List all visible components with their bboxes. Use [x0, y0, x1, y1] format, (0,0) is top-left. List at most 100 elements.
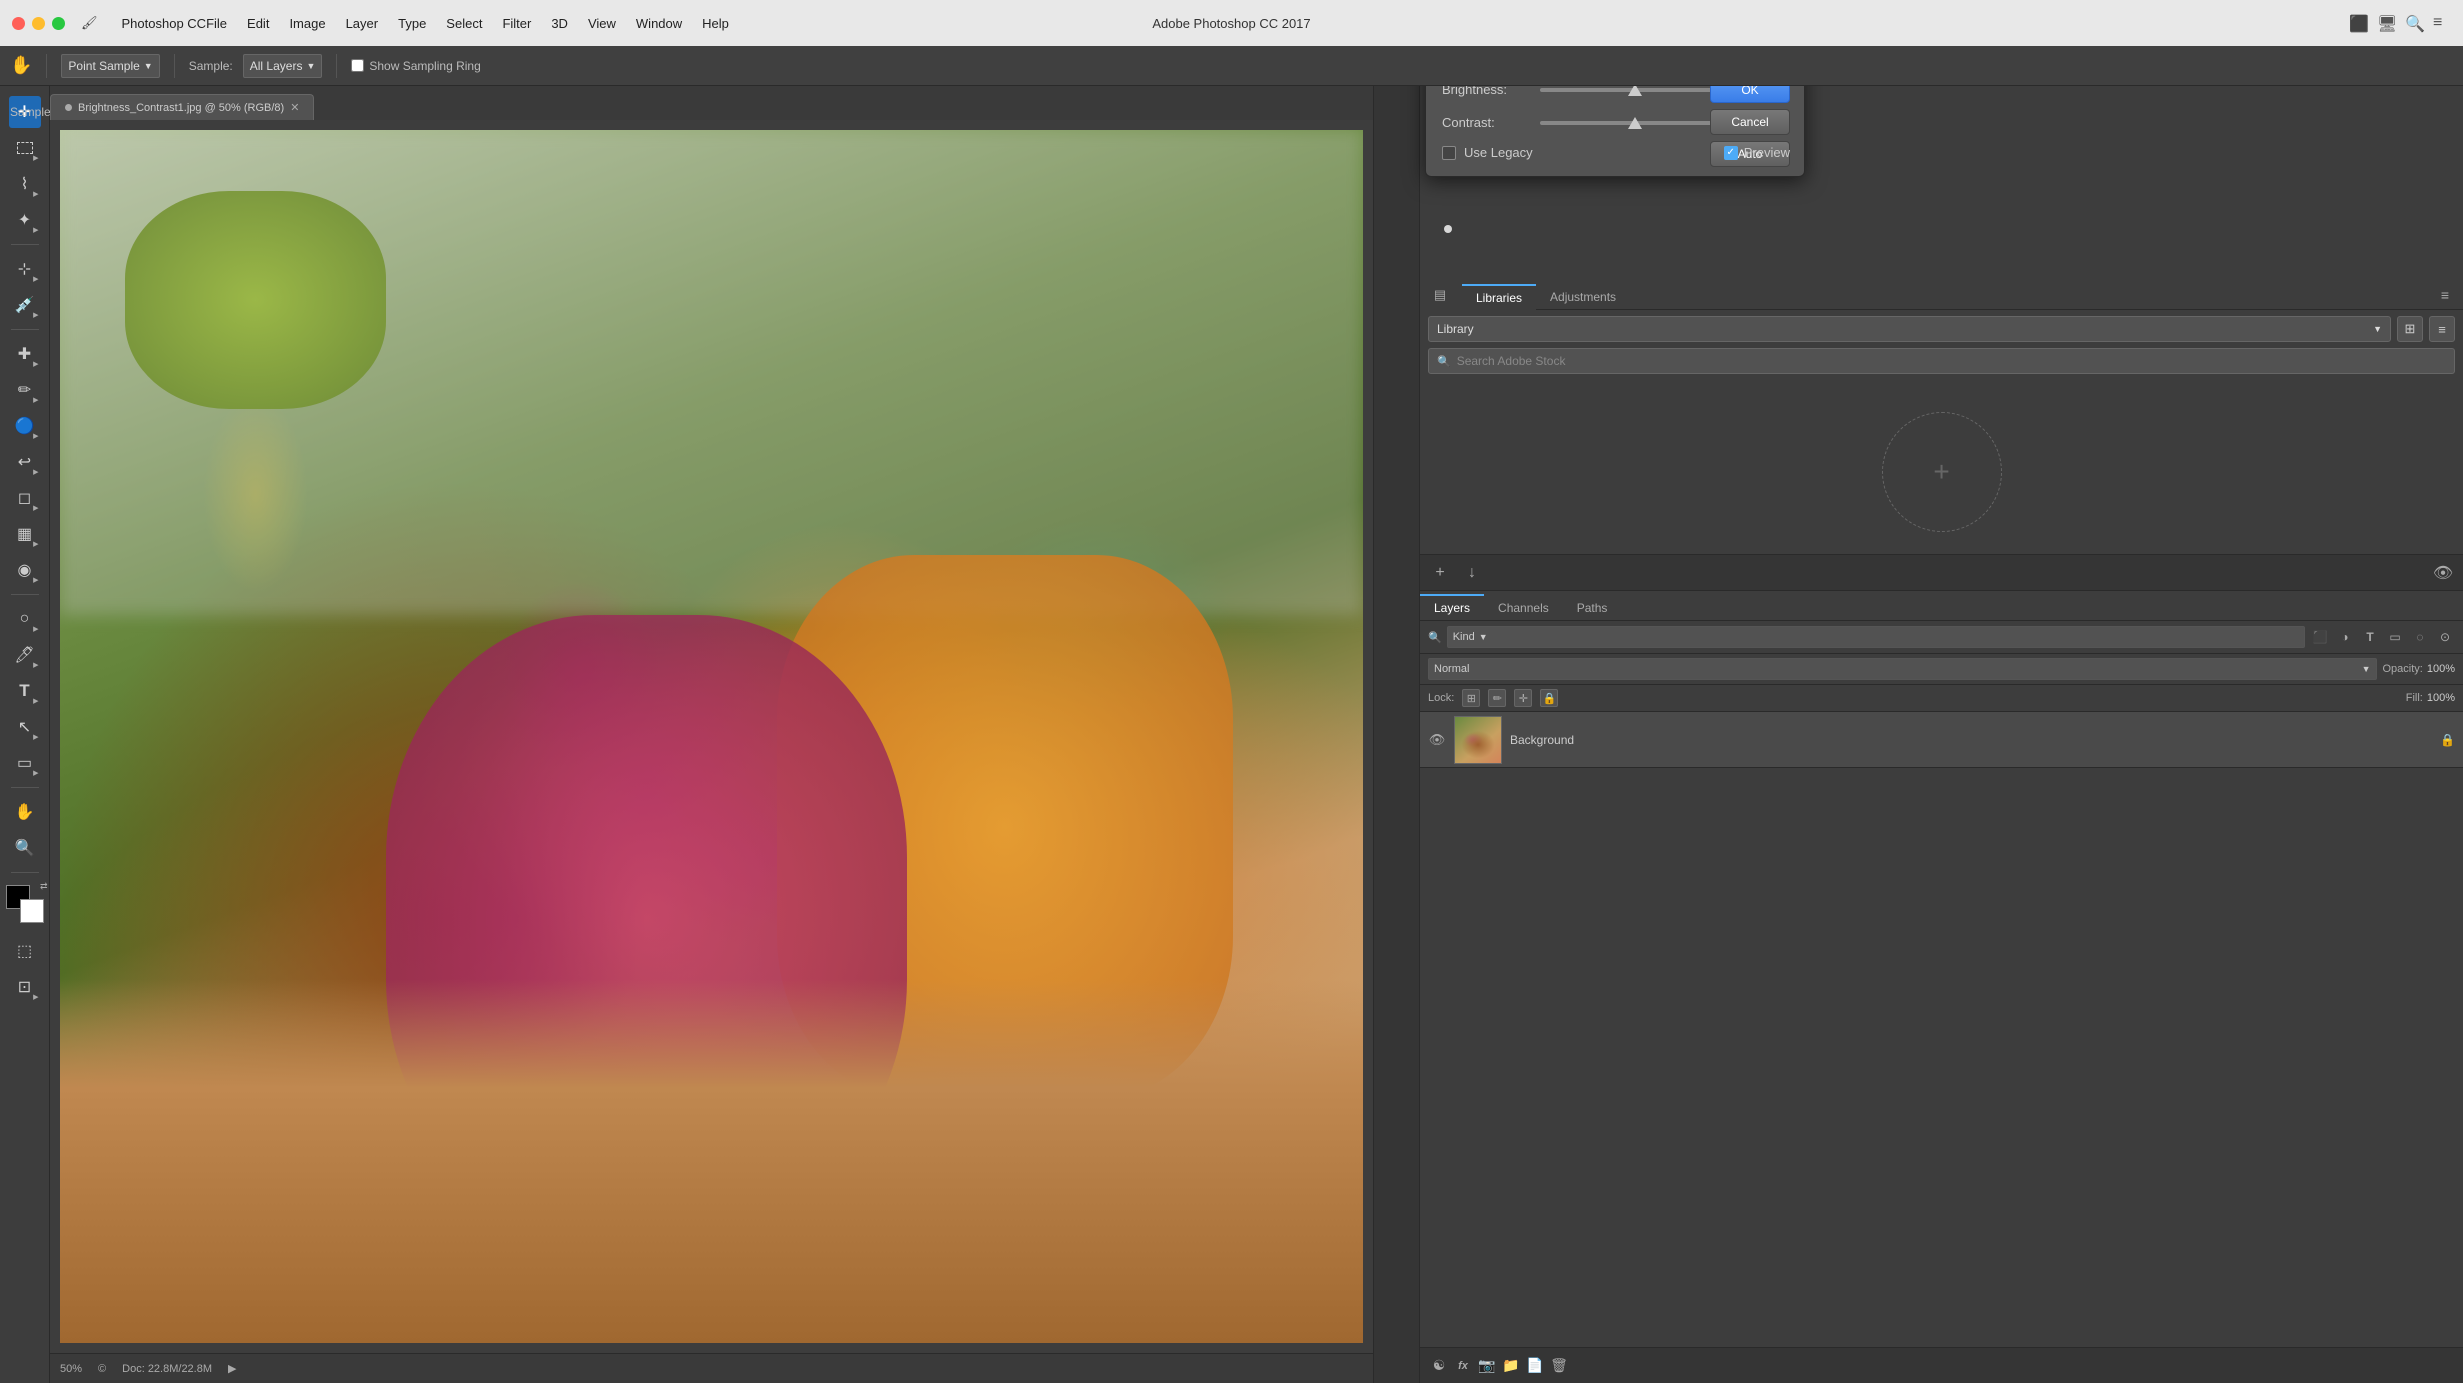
filter-kind-dropdown[interactable]: Kind ▼ — [1447, 626, 2305, 648]
lock-position-button[interactable]: ✛ — [1514, 689, 1532, 707]
canvas-image[interactable] — [60, 130, 1363, 1343]
background-color-swatch[interactable] — [20, 899, 44, 923]
type-filter-button[interactable]: T — [2360, 627, 2380, 647]
shape-tool-button[interactable]: ▭ ▶ — [9, 747, 41, 779]
menu-3d[interactable]: 3D — [551, 16, 568, 31]
lock-transparent-pixels-button[interactable]: ⊞ — [1462, 689, 1480, 707]
tab-paths-label: Paths — [1577, 601, 1608, 615]
sample-dropdown[interactable]: All Layers ▼ — [243, 54, 323, 78]
clone-stamp-tool-button[interactable]: 🔵 ▶ — [9, 410, 41, 442]
eye-icon-button[interactable]: 👁 — [2431, 561, 2455, 585]
opacity-row: Opacity: 100% — [2383, 663, 2456, 675]
marquee-tool-button[interactable]: ▶ — [9, 132, 41, 164]
lock-image-pixels-button[interactable]: ✏ — [1488, 689, 1506, 707]
menu-select[interactable]: Select — [446, 16, 482, 31]
canvas-checkerboard — [50, 120, 1373, 1353]
brush-tool-button[interactable]: ✏ ▶ — [9, 374, 41, 406]
blend-mode-dropdown[interactable]: Normal ▼ — [1428, 658, 2377, 680]
tab-channels[interactable]: Channels — [1484, 596, 1563, 620]
doc-size-display: Doc: 22.8M/22.8M — [122, 1363, 212, 1375]
tab-libraries[interactable]: Libraries — [1462, 284, 1536, 310]
menu-image[interactable]: Image — [289, 16, 325, 31]
menu-window[interactable]: Window — [636, 16, 682, 31]
mask-button[interactable]: 📷 — [1476, 1355, 1498, 1377]
fill-value[interactable]: 100% — [2427, 692, 2455, 704]
type-tool-button[interactable]: T ▶ — [9, 675, 41, 707]
brightness-slider[interactable] — [1540, 88, 1730, 92]
app-icon: 🖌 — [81, 15, 98, 31]
screen-record-icon[interactable]: ⬛ — [2349, 14, 2367, 32]
search-adobe-stock-input[interactable]: 🔍 Search Adobe Stock — [1428, 348, 2455, 374]
layer-visibility-toggle[interactable]: 👁 — [1428, 731, 1446, 749]
fullscreen-button[interactable] — [52, 17, 65, 30]
libs-add-circle[interactable]: + — [1882, 412, 2002, 532]
tab-close-button[interactable]: ✕ — [290, 101, 299, 114]
menu-help[interactable]: Help — [702, 16, 729, 31]
close-button[interactable] — [12, 17, 25, 30]
swap-colors-icon[interactable]: ⇄ — [40, 881, 48, 892]
smart-filter-button[interactable]: ◌ — [2410, 627, 2430, 647]
sample-size-value: Point Sample — [68, 59, 139, 73]
monitor-icon[interactable]: 🖥 — [2377, 14, 2395, 32]
sub-arrow-icon: ▶ — [33, 504, 38, 512]
wand-icon: ✦ — [18, 210, 31, 230]
healing-brush-tool-button[interactable]: ✚ ▶ — [9, 338, 41, 370]
blur-tool-button[interactable]: ◉ ▶ — [9, 554, 41, 586]
sync-button[interactable]: ↓ — [1460, 561, 1484, 585]
delete-layer-button[interactable]: 🗑 — [1548, 1355, 1570, 1377]
menu-type[interactable]: Type — [398, 16, 426, 31]
preview-checkbox[interactable]: ✓ — [1724, 146, 1738, 160]
tab-adjustments[interactable]: Adjustments — [1536, 284, 1630, 309]
document-tab[interactable]: Brightness_Contrast1.jpg @ 50% (RGB/8) ✕ — [50, 94, 314, 120]
opacity-value[interactable]: 100% — [2427, 663, 2455, 675]
tab-paths[interactable]: Paths — [1563, 596, 1622, 620]
zoom-tool-button[interactable]: 🔍 — [9, 832, 41, 864]
menu-layer[interactable]: Layer — [346, 16, 379, 31]
minimize-button[interactable] — [32, 17, 45, 30]
eraser-tool-button[interactable]: ◻ ▶ — [9, 482, 41, 514]
menu-filter[interactable]: Filter — [502, 16, 531, 31]
hand-tool-button[interactable]: ✋ — [9, 796, 41, 828]
fx-button[interactable]: fx — [1452, 1355, 1474, 1377]
path-selection-tool-button[interactable]: ↖ ▶ — [9, 711, 41, 743]
menu-view[interactable]: View — [588, 16, 616, 31]
quick-selection-tool-button[interactable]: ✦ ▶ — [9, 204, 41, 236]
pixel-filter-button[interactable]: ⬛ — [2310, 627, 2330, 647]
lock-all-button[interactable]: 🔒 — [1540, 689, 1558, 707]
gradient-tool-button[interactable]: ▦ ▶ — [9, 518, 41, 550]
shape-filter-button[interactable]: ▭ — [2385, 627, 2405, 647]
adjustment-filter-button[interactable]: ◑ — [2335, 627, 2355, 647]
search-icon[interactable]: 🔍 — [2405, 14, 2423, 32]
table-row[interactable]: 👁 Background 🔒 — [1420, 712, 2463, 768]
lasso-tool-button[interactable]: ⌇ ▶ — [9, 168, 41, 200]
history-brush-tool-button[interactable]: ↩ ▶ — [9, 446, 41, 478]
pen-tool-button[interactable]: 🖊 ▶ — [9, 639, 41, 671]
libs-tabs: Libraries Adjustments — [1462, 280, 2463, 310]
panel-collapse-icon[interactable]: ≡ — [2433, 283, 2457, 307]
list-view-button[interactable]: ≡ — [2429, 316, 2455, 342]
library-dropdown[interactable]: Library ▼ — [1428, 316, 2391, 342]
chevron-right-icon[interactable]: ▶ — [228, 1362, 236, 1375]
eyedropper-tool-button[interactable]: 💉 ▶ — [9, 289, 41, 321]
tab-layers[interactable]: Layers — [1420, 594, 1484, 620]
eyedropper-tool-icon: ✋ — [10, 55, 32, 76]
new-layer-button[interactable]: 📄 — [1524, 1355, 1546, 1377]
show-sampling-ring-option[interactable]: Show Sampling Ring — [351, 59, 480, 73]
dodge-tool-button[interactable]: ○ ▶ — [9, 603, 41, 635]
pen-icon: 🖊 — [14, 645, 34, 665]
screen-mode-button[interactable]: ⊡ ▶ — [9, 971, 41, 1003]
adjust-layer-button[interactable]: ☯ — [1428, 1355, 1450, 1377]
show-sampling-ring-checkbox[interactable] — [351, 59, 364, 72]
sample-size-dropdown[interactable]: Point Sample ▼ — [61, 54, 159, 78]
new-group-button[interactable]: 📁 — [1500, 1355, 1522, 1377]
use-legacy-checkbox[interactable] — [1442, 146, 1456, 160]
toggle-filter-button[interactable]: ⊙ — [2435, 627, 2455, 647]
list-icon[interactable]: ≡ — [2433, 14, 2451, 32]
crop-tool-button[interactable]: ⊹ ▶ — [9, 253, 41, 285]
grid-view-button[interactable]: ⊞ — [2397, 316, 2423, 342]
quick-mask-button[interactable]: ⬚ — [9, 935, 41, 967]
menu-edit[interactable]: Edit — [247, 16, 269, 31]
menu-file[interactable]: File — [206, 16, 227, 31]
add-to-library-button[interactable]: + — [1428, 561, 1452, 585]
menu-photoshop-cc[interactable]: Photoshop CC — [122, 16, 207, 31]
